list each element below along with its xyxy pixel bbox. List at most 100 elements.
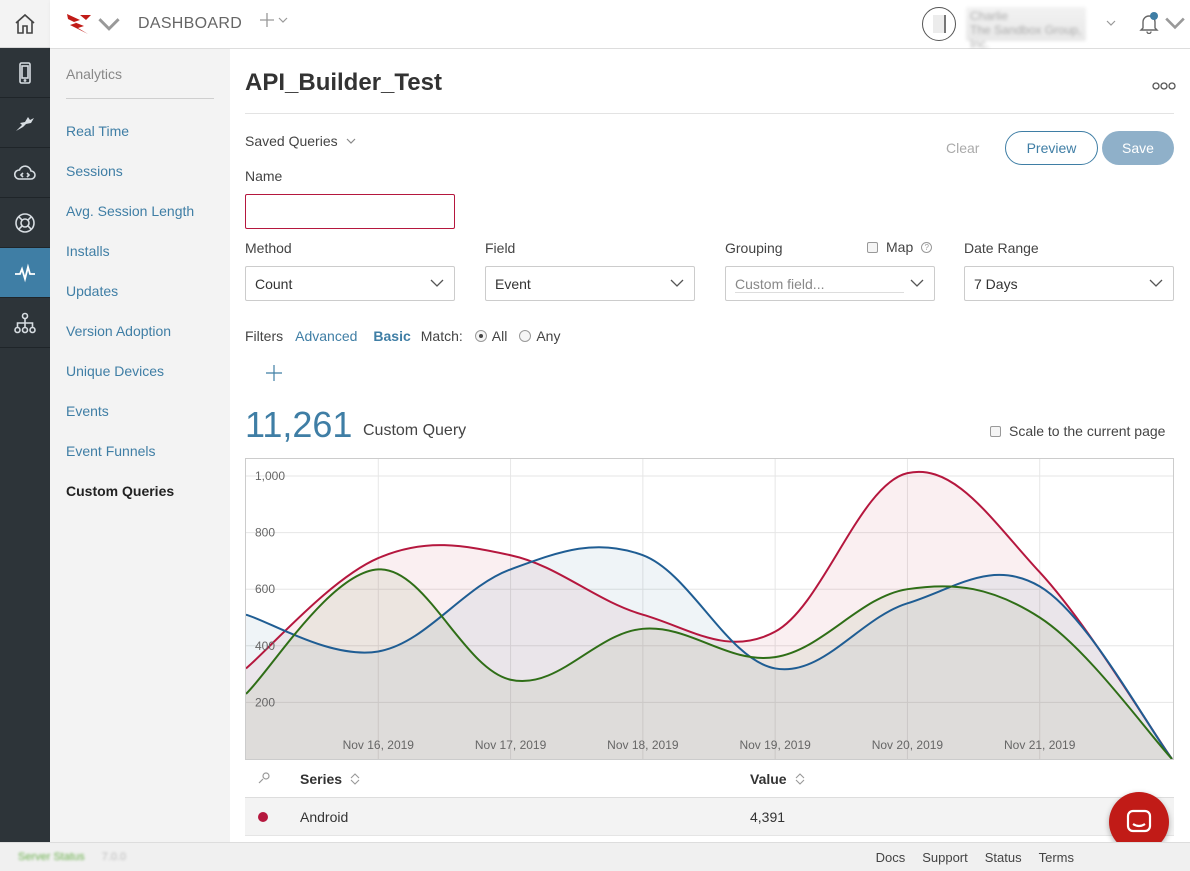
y-tick-label: 1,000 (255, 469, 285, 483)
query-chart: 200 400 600 800 1,000 Nov 16, 2019 Nov 17, 201… (245, 458, 1174, 760)
table-row[interactable]: Android 4,391 (245, 798, 1174, 836)
footer-link-status[interactable]: Status (985, 850, 1022, 865)
x-tick-label: Nov 17, 2019 (475, 738, 547, 752)
grouping-label: Grouping (725, 240, 783, 256)
pulse-icon (15, 263, 35, 282)
value-header-label: Value (750, 771, 787, 787)
y-tick-label: 200 (255, 695, 275, 709)
scale-label: Scale to the current page (1009, 423, 1166, 439)
name-label: Name (245, 168, 283, 184)
avatar (922, 7, 956, 41)
footer-link-support[interactable]: Support (922, 850, 968, 865)
field-select[interactable]: Event (485, 266, 695, 301)
sort-icon (795, 773, 804, 785)
rail-analytics[interactable] (0, 248, 50, 298)
more-options-button[interactable] (1152, 73, 1176, 96)
date-range-select[interactable]: 7 Days (964, 266, 1174, 301)
sidebar-item-events[interactable]: Events (66, 403, 109, 419)
chevron-down-icon (1149, 279, 1163, 287)
y-tick-label: 600 (255, 582, 275, 596)
mobile-icon (19, 61, 31, 84)
chart-svg: 200 400 600 800 1,000 Nov 16, 2019 Nov 17, 201… (246, 459, 1173, 759)
rail-cloud[interactable] (0, 148, 50, 198)
map-label: Map (886, 239, 914, 255)
main-content: API_Builder_Test Saved Queries Clear Pre… (230, 49, 1190, 842)
grouping-placeholder: Custom field... (735, 276, 825, 292)
sidebar-item-sessions[interactable]: Sessions (66, 163, 123, 179)
series-table: Series Value Android 4,391 (245, 760, 1174, 836)
app-switcher[interactable] (66, 12, 122, 36)
user-menu[interactable]: Charlie The Sandbox Group, Inc. (922, 7, 1086, 51)
help-icon[interactable]: ? (921, 241, 933, 253)
value-column-header[interactable]: Value (750, 771, 805, 787)
icon-rail (0, 0, 50, 871)
filters-advanced-tab[interactable]: Advanced (295, 328, 357, 344)
method-select[interactable]: Count (245, 266, 455, 301)
field-value: Event (495, 276, 531, 292)
chevron-down-icon (670, 279, 684, 287)
add-filter-plus-icon[interactable] (264, 363, 284, 383)
user-menu-chevron-icon[interactable] (1106, 18, 1116, 28)
plus-icon (260, 13, 274, 27)
footer-link-docs[interactable]: Docs (876, 850, 906, 865)
rail-support[interactable] (0, 198, 50, 248)
date-range-label: Date Range (964, 240, 1039, 256)
match-any-radio[interactable] (519, 330, 532, 342)
filters-basic-tab[interactable]: Basic (373, 328, 410, 344)
match-all-radio[interactable] (474, 330, 487, 342)
sidebar-item-installs[interactable]: Installs (66, 243, 110, 259)
sidebar-item-version-adoption[interactable]: Version Adoption (66, 323, 171, 339)
server-status[interactable]: Server Status 7.0.0 (18, 851, 126, 863)
rail-home[interactable] (0, 0, 50, 48)
rail-hummingbird[interactable] (0, 98, 50, 148)
dashboard-link[interactable]: DASHBOARD (138, 15, 242, 33)
clear-button[interactable]: Clear (946, 140, 979, 156)
lifebuoy-icon (15, 212, 35, 233)
series-column-header[interactable]: Series (300, 771, 360, 787)
total-count: 11,261 (245, 404, 353, 445)
sort-icon (350, 773, 360, 785)
sidebar-item-real-time[interactable]: Real Time (66, 123, 129, 139)
grouping-select[interactable]: Custom field... (725, 266, 935, 301)
title-divider (245, 113, 1174, 114)
pin-icon[interactable] (257, 771, 271, 785)
sidebar-item-custom-queries[interactable]: Custom Queries (66, 483, 174, 499)
network-icon (14, 312, 36, 333)
x-tick-label: Nov 20, 2019 (872, 738, 944, 752)
method-value: Count (255, 276, 293, 292)
scale-toggle[interactable]: Scale to the current page (990, 423, 1165, 439)
more-icon (1152, 82, 1176, 90)
user-info: Charlie The Sandbox Group, Inc. (966, 7, 1086, 51)
rail-mobile[interactable] (0, 48, 50, 98)
page-title: API_Builder_Test (245, 69, 442, 96)
save-button[interactable]: Save (1102, 131, 1174, 165)
chevron-down-icon (1165, 17, 1185, 30)
saved-queries-dropdown[interactable]: Saved Queries (245, 133, 356, 149)
match-any-label: Any (536, 328, 561, 344)
top-bar: DASHBOARD Charlie The Sandbox Group, Inc… (50, 0, 1190, 51)
sidebar-item-unique-devices[interactable]: Unique Devices (66, 363, 164, 379)
footer-links: Docs Support Status Terms (876, 850, 1074, 865)
x-tick-label: Nov 19, 2019 (739, 738, 811, 752)
brand-logo-icon (67, 14, 91, 34)
rail-network[interactable] (0, 298, 50, 348)
chevron-down-icon (278, 17, 288, 23)
y-tick-label: 800 (255, 526, 275, 540)
hummingbird-icon (16, 116, 34, 131)
sidebar-item-event-funnels[interactable]: Event Funnels (66, 443, 156, 459)
analytics-sidebar: Analytics Real Time Sessions Avg. Sessio… (50, 49, 230, 842)
preview-button[interactable]: Preview (1005, 131, 1098, 165)
name-field[interactable] (245, 194, 455, 229)
date-range-value: 7 Days (974, 276, 1018, 292)
map-checkbox[interactable] (867, 241, 878, 253)
map-toggle[interactable]: Map ? (867, 239, 933, 255)
sidebar-item-updates[interactable]: Updates (66, 283, 118, 299)
method-label: Method (245, 240, 292, 256)
scale-checkbox[interactable] (990, 425, 1001, 437)
create-menu[interactable] (260, 13, 288, 27)
x-tick-label: Nov 16, 2019 (343, 738, 415, 752)
footer-link-terms[interactable]: Terms (1039, 850, 1074, 865)
notifications-button[interactable] (1138, 12, 1186, 34)
chevron-down-icon (346, 138, 356, 144)
sidebar-item-avg-session-length[interactable]: Avg. Session Length (66, 203, 194, 219)
